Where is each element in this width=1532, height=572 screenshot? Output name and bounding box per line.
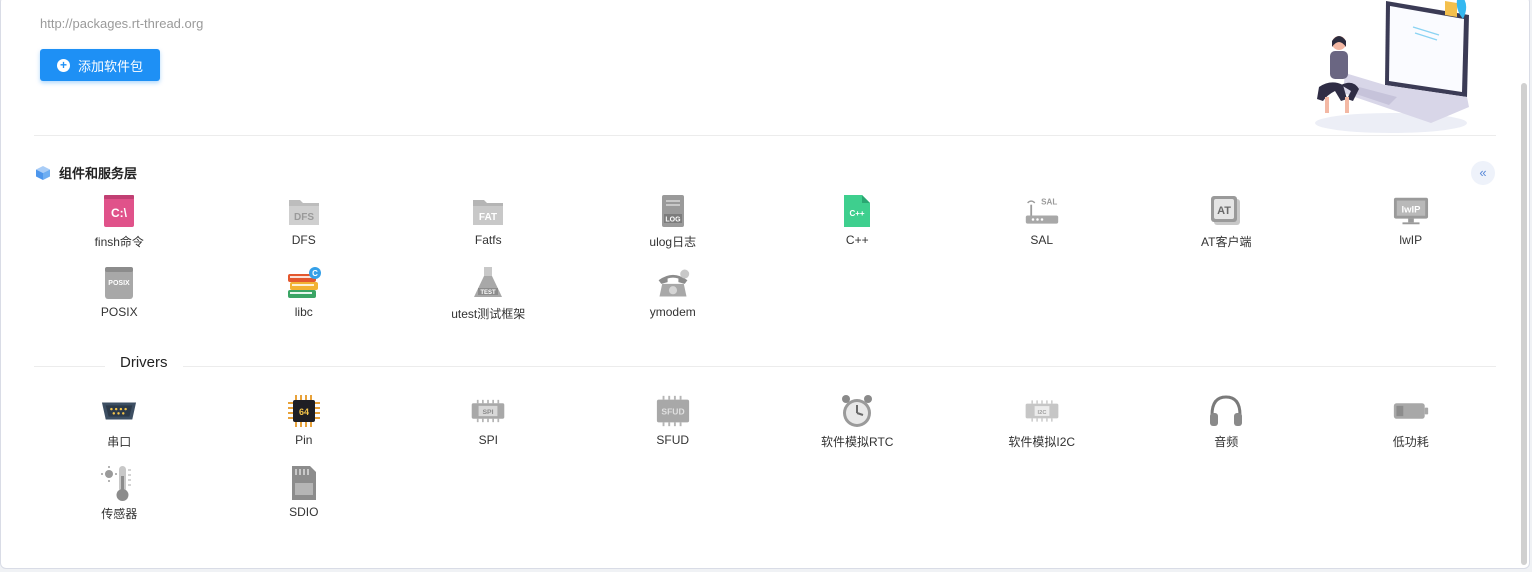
sfud-icon-text: SFUD: [661, 406, 684, 416]
plus-circle-icon: +: [56, 58, 70, 72]
driver-item-i2c[interactable]: I2C 软件模拟I2C: [950, 393, 1135, 451]
driver-label: SFUD: [656, 433, 690, 447]
driver-label: Pin: [295, 433, 313, 447]
driver-item-rtc[interactable]: 软件模拟RTC: [765, 393, 950, 451]
books-icon: C: [286, 265, 322, 301]
package-label: POSIX: [100, 305, 138, 319]
posix-icon-text: POSIX: [109, 280, 131, 287]
package-label: Fatfs: [474, 233, 502, 247]
driver-label: 串口: [107, 435, 132, 449]
drivers-divider: [34, 366, 1496, 367]
driver-label: 软件模拟RTC: [821, 435, 894, 449]
hero-illustration: [1315, 0, 1469, 133]
package-item-cpp[interactable]: C++ C++: [765, 193, 950, 251]
terminal-icon-text: C:\: [111, 206, 128, 220]
package-label: DFS: [291, 233, 316, 247]
fat-folder-icon: FAT: [470, 193, 506, 229]
driver-label: 低功耗: [1392, 435, 1429, 449]
driver-label: SDIO: [289, 505, 319, 519]
driver-label: 传感器: [101, 507, 138, 521]
driver-item-audio[interactable]: 音频: [1134, 393, 1319, 451]
package-label: ymodem: [649, 305, 696, 319]
at-client-icon: AT: [1208, 193, 1244, 229]
add-package-label: 添加软件包: [77, 58, 143, 74]
headphones-icon: [1208, 393, 1244, 429]
package-label: C++: [845, 233, 869, 247]
driver-label: 音频: [1214, 435, 1239, 449]
sal-icon-text: SAL: [1041, 198, 1057, 207]
drivers-grid: 串口 64 Pin SPI SPI SFUD SFUD 软件模拟RTC I2C …: [27, 393, 1503, 523]
terminal-icon: C:\: [101, 193, 137, 229]
driver-item-low-power[interactable]: 低功耗: [1319, 393, 1504, 451]
package-item-utest[interactable]: TEST utest测试框架: [396, 265, 581, 323]
add-package-button[interactable]: + 添加软件包: [40, 49, 160, 81]
package-label: utest测试框架: [451, 307, 526, 321]
collapse-button[interactable]: «: [1471, 161, 1495, 185]
thermometer-icon: [101, 465, 137, 501]
driver-item-spi[interactable]: SPI SPI: [396, 393, 581, 451]
chip-icon-text: 64: [299, 407, 309, 417]
header-divider: [34, 135, 1496, 136]
at-icon-text: AT: [1217, 205, 1231, 217]
spi-chip-icon: SPI: [470, 393, 506, 429]
package-item-dfs[interactable]: DFS DFS: [212, 193, 397, 251]
package-item-ulog[interactable]: LOG ulog日志: [581, 193, 766, 251]
driver-label: SPI: [478, 433, 498, 447]
components-section-title: 组件和服务层: [59, 166, 138, 181]
drivers-section-title: Drivers: [105, 354, 183, 371]
vertical-scrollbar[interactable]: [1521, 83, 1527, 565]
package-panel: http://packages.rt-thread.org + 添加软件包 组件…: [0, 0, 1530, 569]
package-item-finsh[interactable]: C:\ finsh命令: [27, 193, 212, 251]
lwip-monitor-icon: lwIP: [1393, 193, 1429, 229]
chip-icon: 64: [286, 393, 322, 429]
driver-label: 软件模拟I2C: [1008, 435, 1076, 449]
package-label: libc: [294, 305, 313, 319]
package-item-fatfs[interactable]: FAT Fatfs: [396, 193, 581, 251]
package-item-ymodem[interactable]: ymodem: [581, 265, 766, 323]
sd-card-icon: [286, 465, 322, 501]
i2c-icon-text: I2C: [1037, 410, 1046, 416]
log-file-icon: LOG: [655, 193, 691, 229]
fat-icon-text: FAT: [479, 212, 497, 223]
sfud-chip-icon: SFUD: [655, 393, 691, 429]
package-item-libc[interactable]: C libc: [212, 265, 397, 323]
package-url[interactable]: http://packages.rt-thread.org: [40, 16, 203, 31]
components-section-header: 组件和服务层: [35, 163, 137, 182]
test-icon-text: TEST: [481, 290, 497, 296]
driver-item-pin[interactable]: 64 Pin: [212, 393, 397, 451]
log-icon-text: LOG: [665, 217, 681, 224]
battery-icon: [1393, 393, 1429, 429]
package-label: ulog日志: [649, 235, 697, 249]
driver-item-sdio[interactable]: SDIO: [212, 465, 397, 523]
cube-icon: [36, 165, 50, 180]
package-label: finsh命令: [94, 235, 144, 249]
spi-icon-text: SPI: [483, 409, 494, 416]
driver-item-serial[interactable]: 串口: [27, 393, 212, 451]
libc-icon-badge: C: [312, 269, 318, 278]
cpp-icon-text: C++: [850, 209, 865, 218]
posix-box-icon: POSIX: [101, 265, 137, 301]
driver-item-sfud[interactable]: SFUD SFUD: [581, 393, 766, 451]
package-item-sal[interactable]: SAL SAL: [950, 193, 1135, 251]
serial-port-icon: [101, 393, 137, 429]
telephone-icon: [655, 265, 691, 301]
i2c-chip-icon: I2C: [1024, 393, 1060, 429]
package-item-posix[interactable]: POSIX POSIX: [27, 265, 212, 323]
driver-item-sensor[interactable]: 传感器: [27, 465, 212, 523]
dfs-folder-icon: DFS: [286, 193, 322, 229]
cpp-file-icon: C++: [839, 193, 875, 229]
package-item-at-client[interactable]: AT AT客户端: [1134, 193, 1319, 251]
components-grid: C:\ finsh命令 DFS DFS FAT Fatfs LOG ulog日志…: [27, 193, 1503, 323]
alarm-clock-icon: [839, 393, 875, 429]
package-label: AT客户端: [1201, 235, 1252, 249]
package-label: SAL: [1030, 233, 1054, 247]
test-flask-icon: TEST: [470, 265, 506, 301]
package-item-lwip[interactable]: lwIP lwIP: [1319, 193, 1504, 251]
dfs-icon-text: DFS: [294, 212, 314, 223]
package-label: lwIP: [1399, 233, 1423, 247]
router-icon: SAL: [1024, 193, 1060, 229]
lwip-icon-text: lwIP: [1401, 204, 1420, 215]
